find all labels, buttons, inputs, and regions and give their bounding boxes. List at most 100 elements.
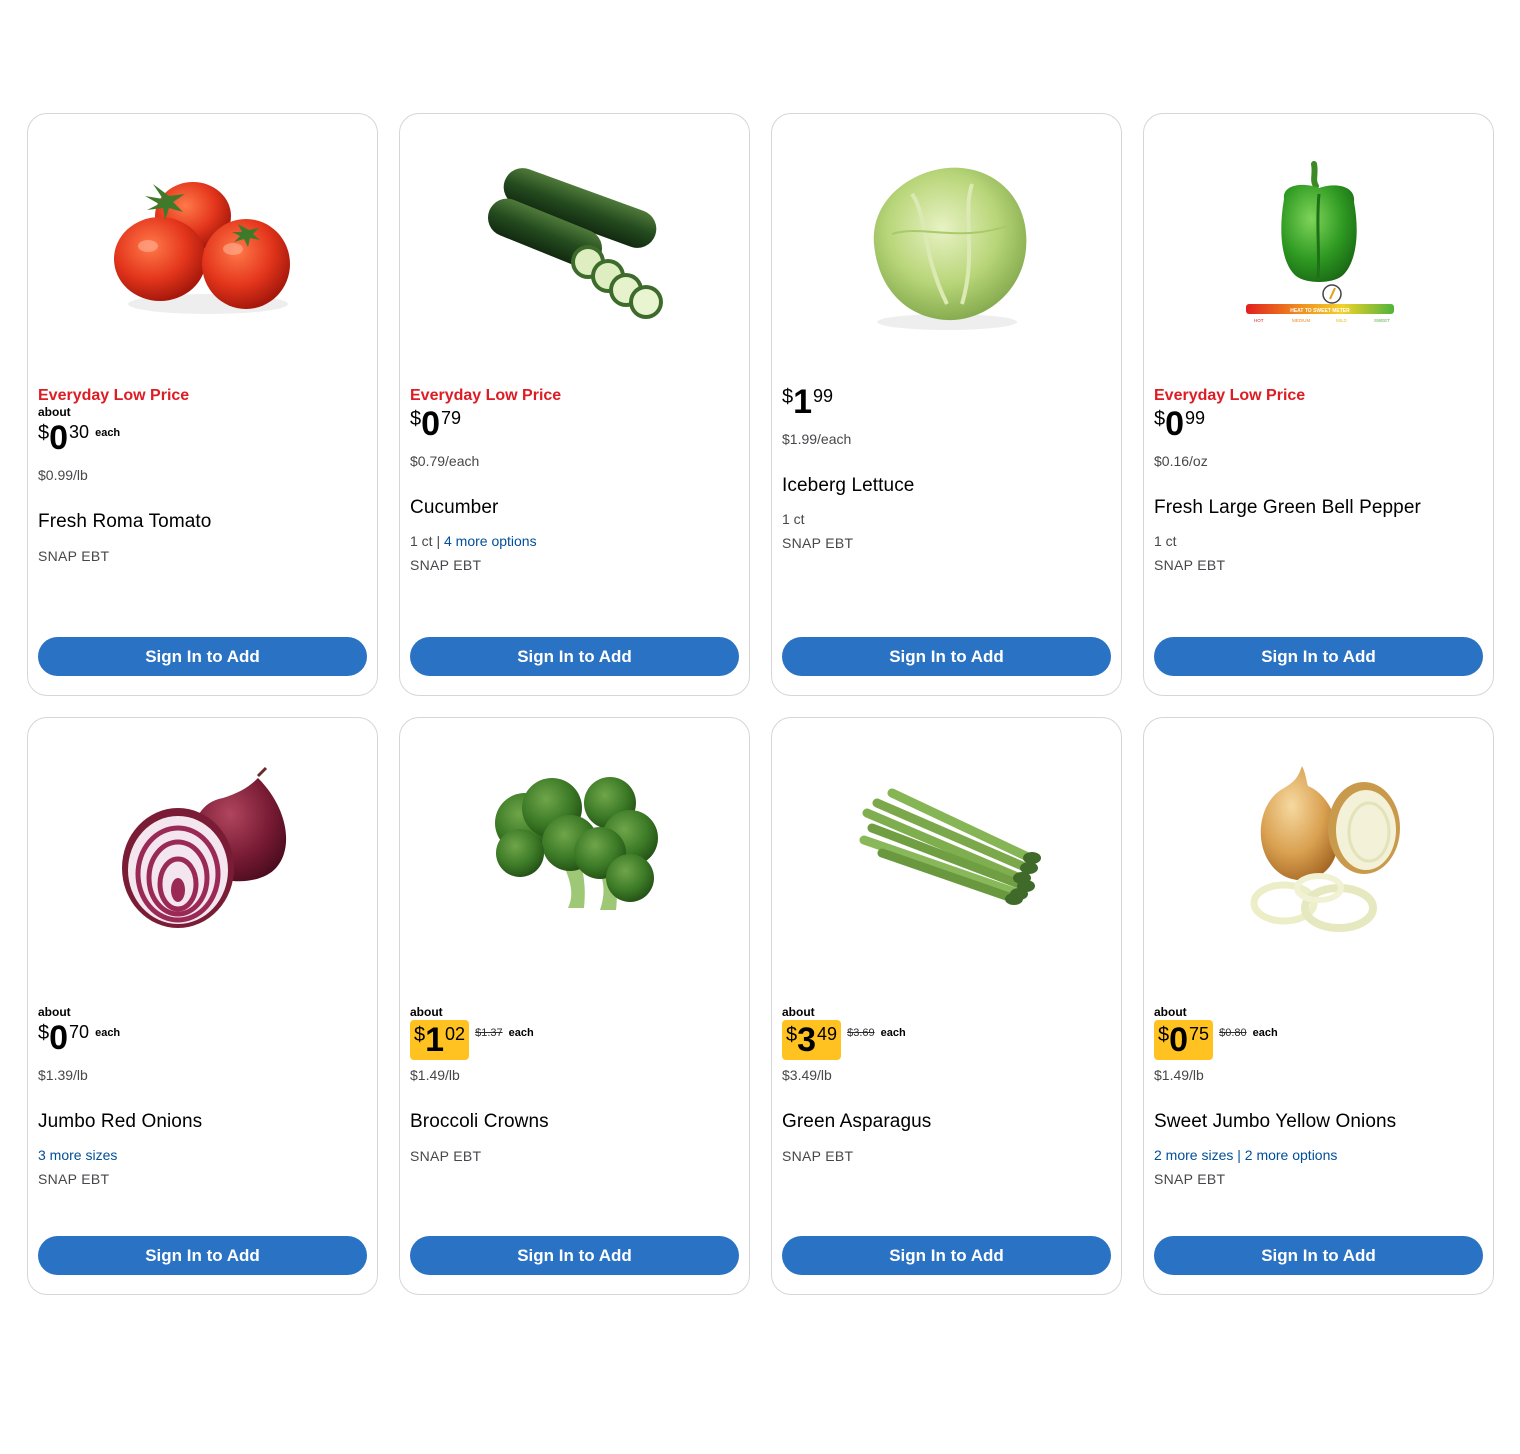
price-dollars: 0 [1169, 1021, 1189, 1059]
more-sizes-options-link[interactable]: 2 more sizes | 2 more options [1154, 1147, 1337, 1163]
price-cents: 99 [1185, 408, 1206, 428]
meter-label: SWEET [1374, 318, 1390, 323]
current-price: $0 70 [38, 1020, 89, 1055]
price-currency: $ [786, 1024, 798, 1046]
snap-ebt-label: SNAP EBT [1154, 1171, 1226, 1187]
product-info: Everyday Low Price $0 79 $0.79/each Cucum… [410, 386, 739, 574]
product-name[interactable]: Iceberg Lettuce [782, 475, 1111, 497]
product-card[interactable]: HEAT TO SWEET METER HOT MEDIUM MILD SWEE… [1143, 113, 1494, 696]
asparagus-icon [859, 788, 1041, 905]
price-row: $1 02 $1.37 each [410, 1020, 739, 1060]
cucumber-icon [487, 168, 663, 319]
price-cents: 30 [69, 422, 90, 442]
product-name[interactable]: Green Asparagus [782, 1111, 1111, 1133]
product-options: 1 ct | 4 more options [410, 532, 739, 550]
price-suffix: each [95, 1027, 121, 1039]
price-flag: Everyday Low Price [1154, 387, 1306, 404]
meter-title: HEAT TO SWEET METER [1290, 308, 1350, 314]
product-name[interactable]: Cucumber [410, 497, 739, 519]
unit-price: $0.79/each [410, 453, 480, 469]
unit-price: $3.49/lb [782, 1067, 832, 1083]
current-price: $1 99 [782, 384, 833, 419]
count-label: 1 ct [782, 511, 805, 527]
product-image[interactable] [108, 758, 298, 948]
meter-label: MEDIUM [1292, 318, 1310, 323]
product-name[interactable]: Jumbo Red Onions [38, 1111, 367, 1133]
price-row: $0 30 each [38, 420, 367, 458]
product-options: 2 more sizes | 2 more options [1154, 1146, 1483, 1164]
product-name[interactable]: Broccoli Crowns [410, 1111, 739, 1133]
count-label: 1 ct [1154, 533, 1177, 549]
price-currency: $ [414, 1024, 426, 1046]
sign-in-to-add-button[interactable]: Sign In to Add [38, 1236, 367, 1275]
price-cents: 79 [441, 408, 462, 428]
sign-in-to-add-button[interactable]: Sign In to Add [782, 1236, 1111, 1275]
about-label: about [410, 1005, 443, 1019]
product-image[interactable] [1224, 758, 1414, 948]
price-currency: $ [410, 408, 422, 430]
about-label: about [38, 405, 71, 419]
unit-price: $0.99/lb [38, 467, 88, 483]
price-row: $3 49 $3.69 each [782, 1020, 1111, 1060]
sign-in-to-add-button[interactable]: Sign In to Add [782, 637, 1111, 676]
rollback-price: $1 02 [410, 1020, 470, 1060]
price-cents: 75 [1189, 1024, 1210, 1044]
meter-label: MILD [1336, 318, 1348, 323]
product-card[interactable]: $1 99 $1.99/each Iceberg Lettuce 1 ct SNA… [771, 113, 1122, 696]
snap-ebt-label: SNAP EBT [410, 557, 482, 573]
sign-in-to-add-button[interactable]: Sign In to Add [38, 637, 367, 676]
current-price: $0 79 [410, 406, 461, 441]
price-suffix: each [95, 427, 121, 439]
count-label: 1 ct | [410, 533, 444, 549]
product-name[interactable]: Fresh Roma Tomato [38, 511, 367, 533]
current-price: $0 99 [1154, 406, 1205, 441]
price-flag: Everyday Low Price [410, 387, 562, 404]
product-options: 1 ct [782, 510, 1111, 528]
meter-label: HOT [1254, 318, 1264, 323]
price-suffix: each [880, 1027, 906, 1039]
price-suffix: each [1252, 1027, 1278, 1039]
product-card[interactable]: about $1 02 $1.37 each $1.49/lb Broccoli … [399, 717, 750, 1295]
product-card[interactable]: Everyday Low Price about $0 30 each $0.99… [27, 113, 378, 696]
price-flag [410, 986, 739, 1006]
product-card[interactable]: Everyday Low Price $0 79 $0.79/each Cucum… [399, 113, 750, 696]
more-sizes-link[interactable]: 3 more sizes [38, 1147, 117, 1163]
was-price: $1.37 [475, 1027, 503, 1039]
sign-in-to-add-button[interactable]: Sign In to Add [410, 637, 739, 676]
product-info: about $3 49 $3.69 each $3.49/lb Green Asp… [782, 986, 1111, 1165]
sign-in-to-add-button[interactable]: Sign In to Add [1154, 1236, 1483, 1275]
product-card[interactable]: about $0 75 $0.80 each $1.49/lb Sweet Jum… [1143, 717, 1494, 1295]
product-options: 3 more sizes [38, 1146, 367, 1164]
price-row: $0 79 [410, 406, 739, 444]
was-price: $3.69 [847, 1027, 875, 1039]
product-card[interactable]: about $3 49 $3.69 each $3.49/lb Green Asp… [771, 717, 1122, 1295]
product-image[interactable] [480, 758, 670, 948]
more-options-link[interactable]: 4 more options [444, 533, 537, 549]
yellow-onion-icon [1250, 766, 1400, 932]
product-name[interactable]: Sweet Jumbo Yellow Onions [1154, 1111, 1483, 1133]
product-name[interactable]: Fresh Large Green Bell Pepper [1154, 497, 1483, 519]
unit-price: $0.16/oz [1154, 453, 1208, 469]
product-image[interactable]: HEAT TO SWEET METER HOT MEDIUM MILD SWEE… [1224, 154, 1414, 344]
sign-in-to-add-button[interactable]: Sign In to Add [1154, 637, 1483, 676]
price-flag [782, 986, 1111, 1006]
product-image[interactable] [852, 154, 1042, 344]
about-label: about [782, 1005, 815, 1019]
price-cents: 70 [69, 1022, 90, 1042]
tomato-icon [114, 182, 290, 314]
price-dollars: 1 [793, 383, 813, 421]
price-flag: Everyday Low Price [38, 387, 190, 404]
product-image[interactable] [480, 154, 670, 344]
product-image[interactable] [108, 154, 298, 344]
product-info: about $0 70 each $1.39/lb Jumbo Red Onion… [38, 986, 367, 1188]
price-row: $0 99 [1154, 406, 1483, 444]
product-options: 1 ct [1154, 532, 1483, 550]
price-dollars: 0 [421, 405, 441, 443]
price-row: $1 99 [782, 384, 1111, 422]
unit-price: $1.39/lb [38, 1067, 88, 1083]
product-card[interactable]: about $0 70 each $1.39/lb Jumbo Red Onion… [27, 717, 378, 1295]
product-info: about $1 02 $1.37 each $1.49/lb Broccoli … [410, 986, 739, 1165]
sign-in-to-add-button[interactable]: Sign In to Add [410, 1236, 739, 1275]
product-image[interactable] [852, 758, 1042, 948]
product-info: Everyday Low Price about $0 30 each $0.99… [38, 386, 367, 565]
